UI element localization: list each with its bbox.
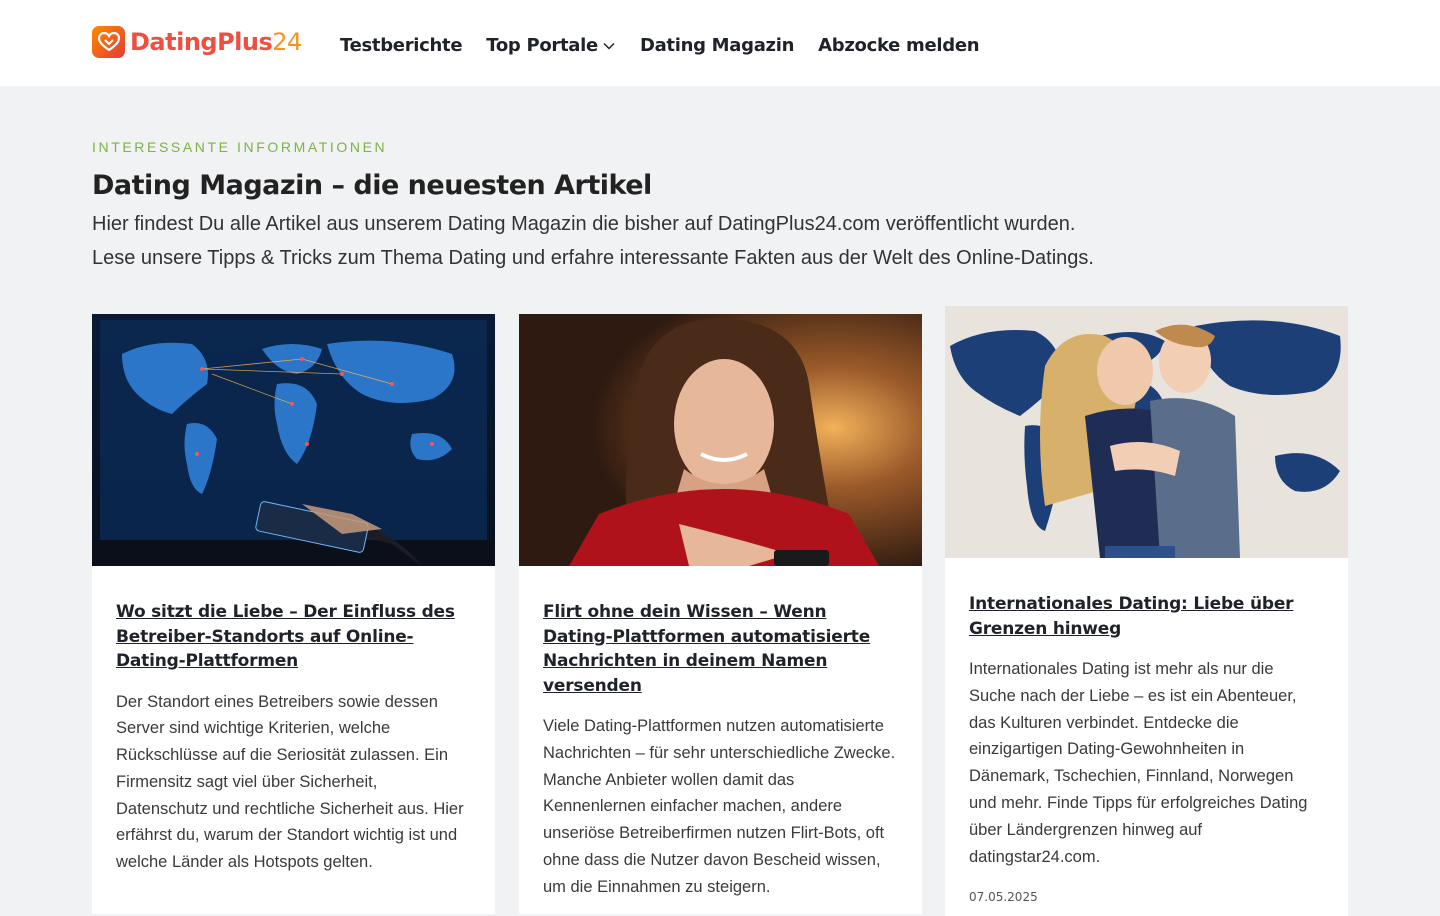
logo-text-dating: Dating — [130, 28, 218, 56]
article-image-woman-phone[interactable] — [519, 314, 922, 566]
article-body: Flirt ohne dein Wissen – Wenn Dating-Pla… — [519, 566, 922, 901]
article-date: 07.05.2025 — [969, 890, 1038, 905]
article-image-world-map-tablet[interactable] — [92, 314, 495, 566]
intro-line-1: Hier findest Du alle Artikel aus unserem… — [92, 213, 1076, 235]
article-card: Wo sitzt die Liebe – Der Einfluss des Be… — [92, 314, 495, 914]
logo-text: DatingPlus24 — [130, 28, 302, 56]
page-title: Dating Magazin – die neuesten Artikel — [92, 170, 652, 201]
article-title[interactable]: Wo sitzt die Liebe – Der Einfluss des Be… — [116, 600, 471, 674]
nav-label: Top Portale — [486, 35, 598, 56]
heart-logo-icon — [92, 26, 125, 58]
nav-top-portale[interactable]: Top Portale — [486, 34, 616, 58]
nav-dating-magazin[interactable]: Dating Magazin — [640, 34, 794, 58]
article-title[interactable]: Internationales Dating: Liebe über Grenz… — [969, 592, 1324, 641]
nav-testberichte[interactable]: Testberichte — [340, 34, 463, 58]
article-body: Wo sitzt die Liebe – Der Einfluss des Be… — [92, 566, 495, 876]
section-eyebrow: Interessante Informationen — [92, 139, 388, 155]
article-excerpt: Internationales Dating ist mehr als nur … — [969, 660, 1308, 866]
article-excerpt: Viele Dating-Plattformen nutzen automati… — [543, 717, 896, 896]
nav-abzocke-melden[interactable]: Abzocke melden — [818, 34, 979, 58]
article-title[interactable]: Flirt ohne dein Wissen – Wenn Dating-Pla… — [543, 600, 898, 698]
article-card: Flirt ohne dein Wissen – Wenn Dating-Pla… — [519, 314, 922, 914]
site-logo[interactable]: DatingPlus24 — [92, 26, 302, 58]
article-excerpt: Der Standort eines Betreibers sowie dess… — [116, 692, 464, 872]
article-image-couple-kissing-map[interactable] — [945, 306, 1348, 558]
article-body: Internationales Dating: Liebe über Grenz… — [945, 558, 1348, 904]
logo-text-plus: Plus — [217, 28, 273, 56]
nav-label: Abzocke melden — [818, 35, 980, 56]
nav-label: Dating Magazin — [639, 35, 795, 56]
article-card: Internationales Dating: Liebe über Grenz… — [945, 306, 1348, 916]
logo-text-24: 24 — [272, 28, 302, 56]
main-nav: Testberichte Top Portale Dating Magazin … — [340, 34, 1003, 58]
site-header: DatingPlus24 Testberichte Top Portale Da… — [0, 0, 1440, 86]
intro-line-2: Lese unsere Tipps & Tricks zum Thema Dat… — [92, 247, 1094, 269]
chevron-down-icon — [603, 42, 615, 50]
page-intro: Hier findest Du alle Artikel aus unserem… — [92, 207, 1292, 275]
nav-label: Testberichte — [340, 35, 463, 56]
